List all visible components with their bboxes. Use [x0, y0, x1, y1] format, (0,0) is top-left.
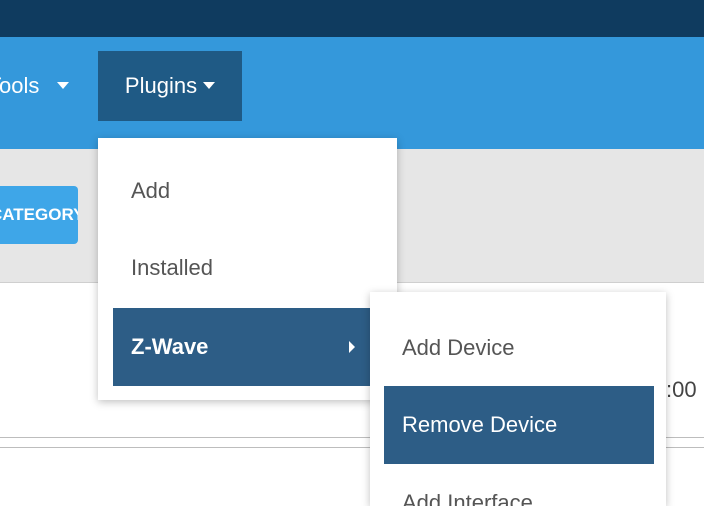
submenu-item-label: Add Interface [402, 490, 533, 506]
nav-tools-label: Tools [0, 73, 40, 98]
submenu-item-remove-device[interactable]: Remove Device [384, 386, 654, 464]
nav-plugins-menu[interactable]: Plugins [98, 51, 242, 121]
zwave-submenu: Add Device Remove Device Add Interface [370, 292, 666, 506]
caret-down-icon [57, 82, 70, 90]
top-header-bar [0, 0, 704, 37]
menu-item-add[interactable]: Add [98, 165, 397, 217]
add-category-button[interactable]: CATEGORY [0, 186, 78, 244]
submenu-item-add-interface[interactable]: Add Interface [370, 477, 666, 506]
menu-item-label: Add [131, 178, 171, 203]
main-navbar: Tools Plugins [0, 37, 704, 149]
submenu-item-label: Add Device [402, 335, 515, 360]
menu-item-label: Z-Wave [131, 334, 209, 359]
menu-item-label: Installed [131, 255, 213, 280]
submenu-item-add-device[interactable]: Add Device [370, 322, 666, 374]
nav-plugins-label: Plugins [124, 73, 198, 98]
category-button-label: CATEGORY [0, 205, 78, 224]
menu-item-zwave[interactable]: Z-Wave [113, 308, 381, 386]
nav-tools-menu[interactable]: Tools [0, 51, 90, 121]
partial-time-value: :00 [666, 377, 697, 402]
caret-down-icon [203, 82, 216, 90]
menu-item-installed[interactable]: Installed [98, 242, 397, 294]
plugins-dropdown: Add Installed Z-Wave [98, 138, 397, 400]
submenu-item-label: Remove Device [402, 412, 558, 437]
caret-right-icon [349, 341, 355, 353]
